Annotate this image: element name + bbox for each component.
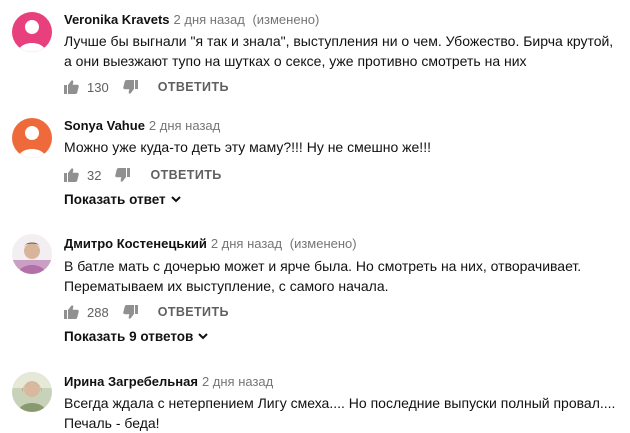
avatar[interactable] [12, 118, 52, 158]
dislike-button[interactable] [115, 168, 131, 182]
edited-label: (изменено) [252, 12, 320, 27]
thumbs-down-icon [122, 305, 138, 319]
thumbs-up-icon [64, 305, 79, 319]
comment-timestamp[interactable]: 2 дня назад [202, 374, 273, 389]
like-count: 288 [87, 304, 109, 320]
show-replies-button[interactable]: Показать 9 ответов [64, 329, 209, 344]
avatar[interactable] [12, 372, 52, 412]
thumbs-up-icon [64, 80, 79, 94]
like-button[interactable]: 288 [64, 305, 109, 320]
chevron-down-icon [198, 333, 209, 340]
reply-button[interactable]: ОТВЕТИТЬ [150, 168, 221, 182]
comment-text: Можно уже куда-то деть эту маму?!!! Ну н… [64, 139, 431, 155]
thumbs-down-icon [115, 168, 131, 182]
like-button[interactable]: 130 [64, 80, 109, 95]
thumbs-up-icon [64, 168, 79, 182]
comment-text: Лучше бы выгнали "я так и знала", выступ… [64, 33, 614, 69]
chevron-down-icon [170, 196, 181, 203]
comment-actions: 288 ОТВЕТИТЬ [64, 303, 229, 321]
avatar[interactable] [12, 12, 52, 52]
comment-author[interactable]: Дмитро Костенецький [64, 236, 207, 251]
comment-author[interactable]: Ирина Загребельная [64, 374, 198, 389]
comment-actions: 32 ОТВЕТИТЬ [64, 166, 222, 184]
avatar[interactable] [12, 234, 52, 274]
like-count: 130 [87, 79, 109, 95]
comment-timestamp[interactable]: 2 дня назад [149, 118, 220, 133]
comment-timestamp[interactable]: 2 дня назад [174, 12, 245, 27]
thumbs-down-icon [122, 80, 138, 94]
like-button[interactable]: 32 [64, 168, 101, 183]
comment-author[interactable]: Veronika Kravets [64, 12, 170, 27]
dislike-button[interactable] [122, 80, 138, 94]
show-replies-button[interactable]: Показать ответ [64, 192, 181, 207]
show-replies-label: Показать 9 ответов [64, 329, 194, 344]
show-replies-label: Показать ответ [64, 192, 166, 207]
dislike-button[interactable] [122, 305, 138, 319]
reply-button[interactable]: ОТВЕТИТЬ [158, 305, 229, 319]
reply-button[interactable]: ОТВЕТИТЬ [158, 80, 229, 94]
comment-timestamp[interactable]: 2 дня назад [211, 236, 282, 251]
comment-text: В батле мать с дочерью может и ярче была… [64, 258, 582, 294]
comment-text: Всегда ждала с нетерпением Лигу смеха...… [64, 395, 616, 431]
edited-label: (изменено) [289, 236, 357, 251]
comment-actions: 130 ОТВЕТИТЬ [64, 78, 229, 96]
like-count: 32 [87, 167, 102, 183]
comment-author[interactable]: Sonya Vahue [64, 118, 145, 133]
